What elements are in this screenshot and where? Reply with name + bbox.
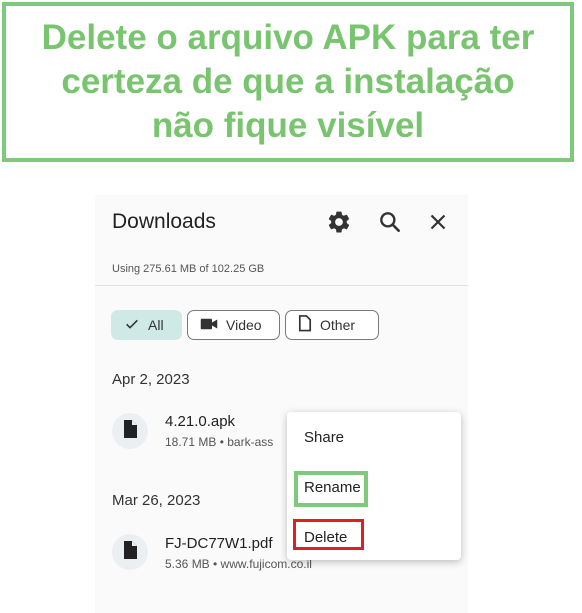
rename-highlight-box	[294, 471, 368, 507]
document-icon	[123, 540, 137, 564]
video-icon	[200, 317, 218, 334]
file-name[interactable]: 4.21.0.apk	[165, 413, 235, 430]
filter-chip-all[interactable]: All	[111, 310, 182, 340]
gear-icon[interactable]	[326, 209, 352, 235]
filter-chip-label: Video	[226, 317, 262, 333]
date-header: Mar 26, 2023	[112, 492, 201, 509]
filter-chip-label: All	[148, 317, 164, 333]
downloads-screen: Downloads Using 275.61 MB of 102.25 GB A…	[95, 195, 468, 613]
file-icon	[298, 315, 312, 335]
check-icon	[124, 316, 140, 335]
instruction-line-3: não fique visível	[151, 106, 425, 145]
instruction-banner: Delete o arquivo APK para ter certeza de…	[2, 2, 574, 162]
close-icon[interactable]	[425, 209, 451, 235]
instruction-line-2: certeza de que a instalação	[61, 62, 515, 101]
search-icon[interactable]	[377, 209, 403, 235]
page-title: Downloads	[112, 210, 216, 233]
instruction-text: Delete o arquivo APK para ter certeza de…	[32, 16, 545, 148]
list-item-icon	[112, 534, 148, 570]
date-header: Apr 2, 2023	[112, 371, 190, 388]
delete-highlight-box	[293, 519, 364, 550]
filter-chip-other[interactable]: Other	[285, 310, 379, 340]
storage-usage: Using 275.61 MB of 102.25 GB	[112, 263, 265, 275]
file-meta: 18.71 MB • bark-ass	[165, 435, 274, 449]
instruction-line-1: Delete o arquivo APK para ter	[41, 18, 535, 57]
menu-item-share[interactable]: Share	[304, 429, 344, 446]
document-icon	[123, 419, 137, 443]
list-item-icon	[112, 413, 148, 449]
file-name[interactable]: FJ-DC77W1.pdf	[165, 535, 273, 552]
filter-chip-label: Other	[320, 317, 356, 333]
divider	[95, 285, 468, 286]
filter-chip-video[interactable]: Video	[187, 310, 280, 340]
